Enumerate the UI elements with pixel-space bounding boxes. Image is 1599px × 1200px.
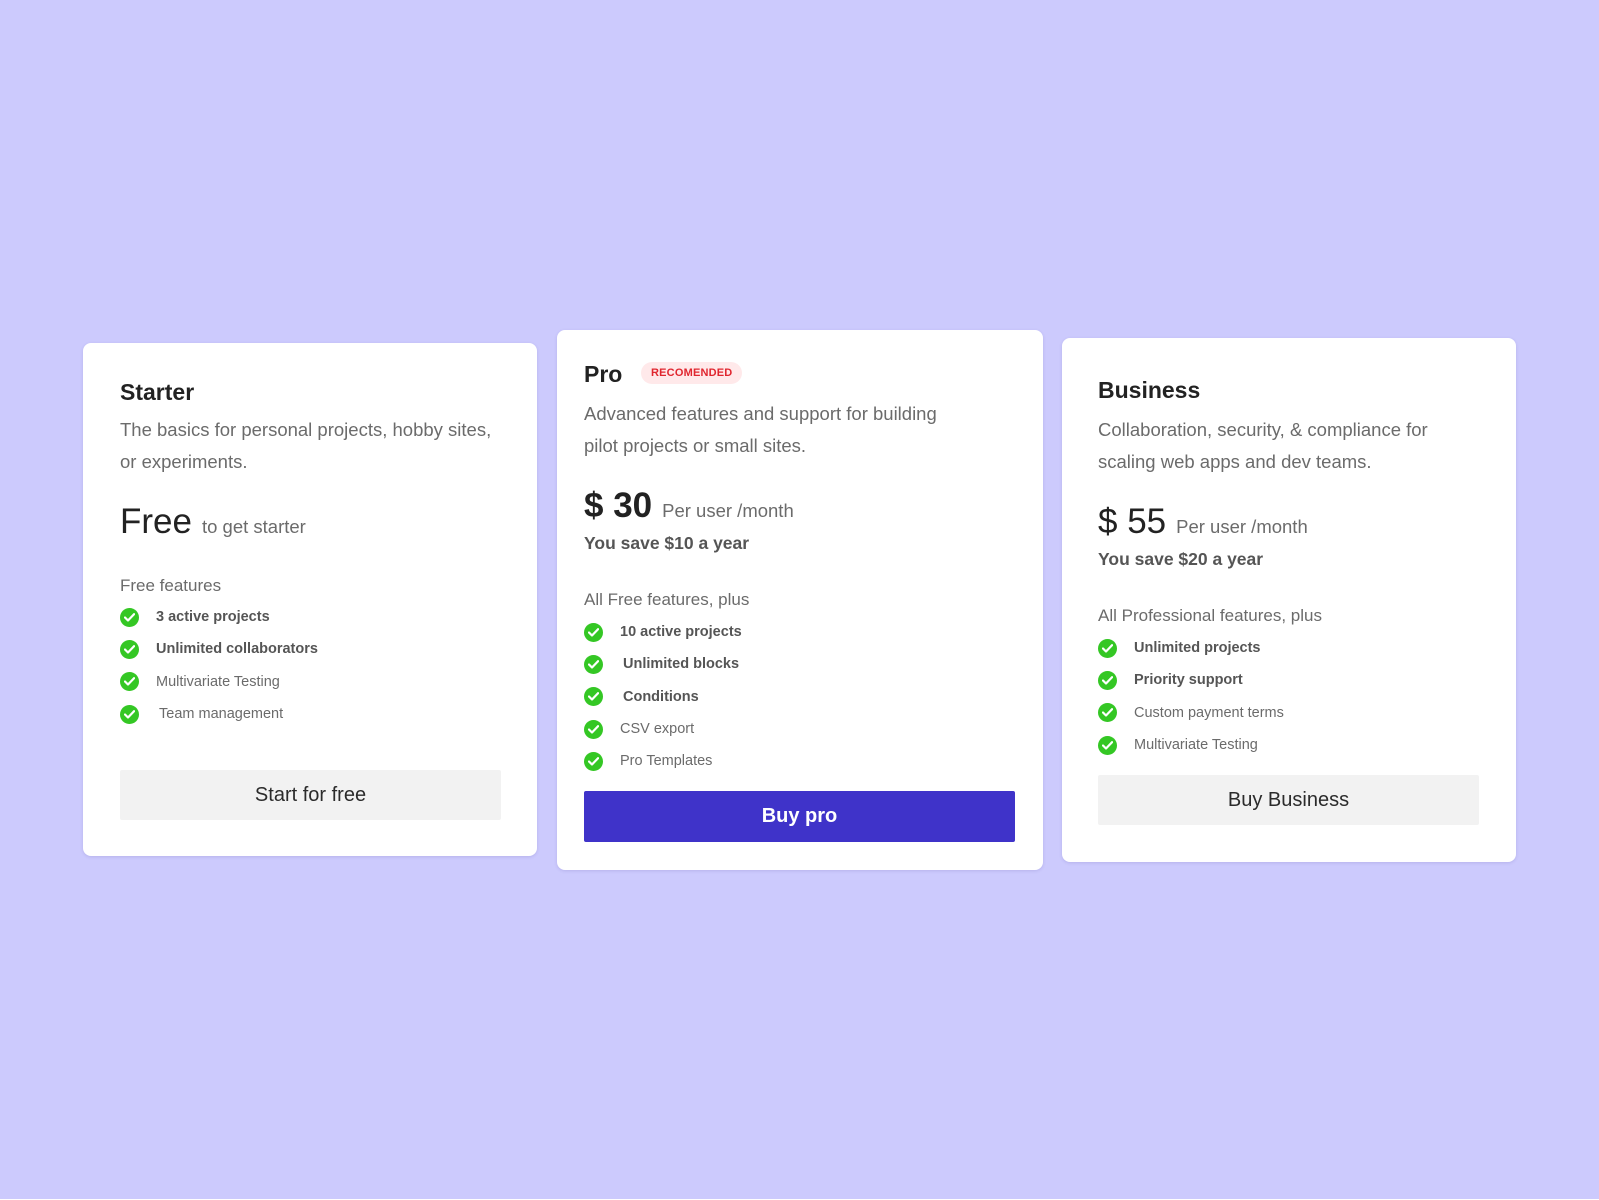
check-circle-icon <box>1098 703 1117 723</box>
check-circle-icon <box>1098 670 1117 690</box>
check-circle-icon <box>584 687 603 707</box>
features-heading: Free features <box>120 576 222 595</box>
price-amount: $ 55 <box>1098 502 1167 541</box>
price-row: $ 55 Per user /month <box>1098 502 1308 542</box>
feature-text: CSV export <box>620 721 695 738</box>
check-circle-icon <box>584 622 603 642</box>
plan-name: Starter <box>120 379 195 405</box>
price-suffix: Per user /month <box>1176 516 1308 537</box>
feature-item: Team management <box>120 698 318 730</box>
check-circle-icon <box>120 639 139 659</box>
check-circle-icon <box>584 654 603 674</box>
feature-item: 3 active projects <box>120 601 318 633</box>
feature-list: 10 active projects Unlimited blocks Cond… <box>584 616 742 777</box>
feature-text: 10 active projects <box>620 624 742 641</box>
price-row: Free to get starter <box>120 502 306 542</box>
pricing-card-starter: Starter The basics for personal projects… <box>83 343 537 856</box>
features-heading: All Professional features, plus <box>1098 606 1322 625</box>
feature-text: Unlimited projects <box>1134 640 1261 657</box>
check-circle-icon <box>584 751 603 771</box>
check-circle-icon <box>1098 638 1117 658</box>
savings-text: You save $10 a year <box>584 533 750 553</box>
feature-item: Unlimited projects <box>1098 632 1284 664</box>
buy-business-button[interactable]: Buy Business <box>1098 775 1479 825</box>
feature-text: 3 active projects <box>156 609 270 626</box>
price-suffix: to get starter <box>201 516 306 537</box>
check-circle-icon <box>120 607 139 627</box>
feature-item: CSV export <box>584 713 742 745</box>
pricing-card-pro: Pro RECOMENDED Advanced features and sup… <box>557 330 1043 870</box>
feature-item: Pro Templates <box>584 745 742 777</box>
feature-text: Unlimited collaborators <box>156 641 318 658</box>
plan-name: Business <box>1098 377 1201 403</box>
price-amount: $ 30 <box>584 486 653 525</box>
feature-text: Pro Templates <box>620 753 713 770</box>
feature-item: Multivariate Testing <box>1098 729 1284 761</box>
feature-text: Multivariate Testing <box>156 673 280 690</box>
price-suffix: Per user /month <box>662 500 794 521</box>
feature-text: Conditions <box>623 688 699 705</box>
features-heading: All Free features, plus <box>584 590 750 609</box>
plan-name: Pro <box>584 361 623 387</box>
check-circle-icon <box>120 704 139 724</box>
buy-pro-button[interactable]: Buy pro <box>584 791 1015 842</box>
check-circle-icon <box>1098 735 1117 755</box>
feature-item: Conditions <box>584 681 742 713</box>
feature-item: Unlimited blocks <box>584 648 742 680</box>
check-circle-icon <box>120 672 139 692</box>
feature-text: Custom payment terms <box>1134 704 1284 721</box>
pricing-card-business: Business Collaboration, security, & comp… <box>1062 338 1516 862</box>
feature-text: Team management <box>159 706 284 723</box>
feature-item: Priority support <box>1098 664 1284 696</box>
feature-text: Multivariate Testing <box>1134 737 1258 754</box>
plan-description: Collaboration, security, & compliance fo… <box>1098 419 1428 472</box>
plan-description: The basics for personal projects, hobby … <box>120 419 492 472</box>
feature-item: Unlimited collaborators <box>120 633 318 665</box>
check-circle-icon <box>584 719 603 739</box>
feature-text: Priority support <box>1134 672 1243 689</box>
feature-list: Unlimited projects Priority support Cust… <box>1098 632 1284 761</box>
feature-item: 10 active projects <box>584 616 742 648</box>
price-row: $ 30 Per user /month <box>584 486 794 526</box>
savings-text: You save $20 a year <box>1098 549 1264 569</box>
feature-item: Multivariate Testing <box>120 666 318 698</box>
price-amount: Free <box>120 502 192 541</box>
start-for-free-button[interactable]: Start for free <box>120 770 501 820</box>
feature-list: 3 active projects Unlimited collaborator… <box>120 601 318 730</box>
plan-description: Advanced features and support for buildi… <box>584 403 937 456</box>
recommended-badge: RECOMENDED <box>641 362 743 384</box>
feature-item: Custom payment terms <box>1098 697 1284 729</box>
feature-text: Unlimited blocks <box>623 656 740 673</box>
